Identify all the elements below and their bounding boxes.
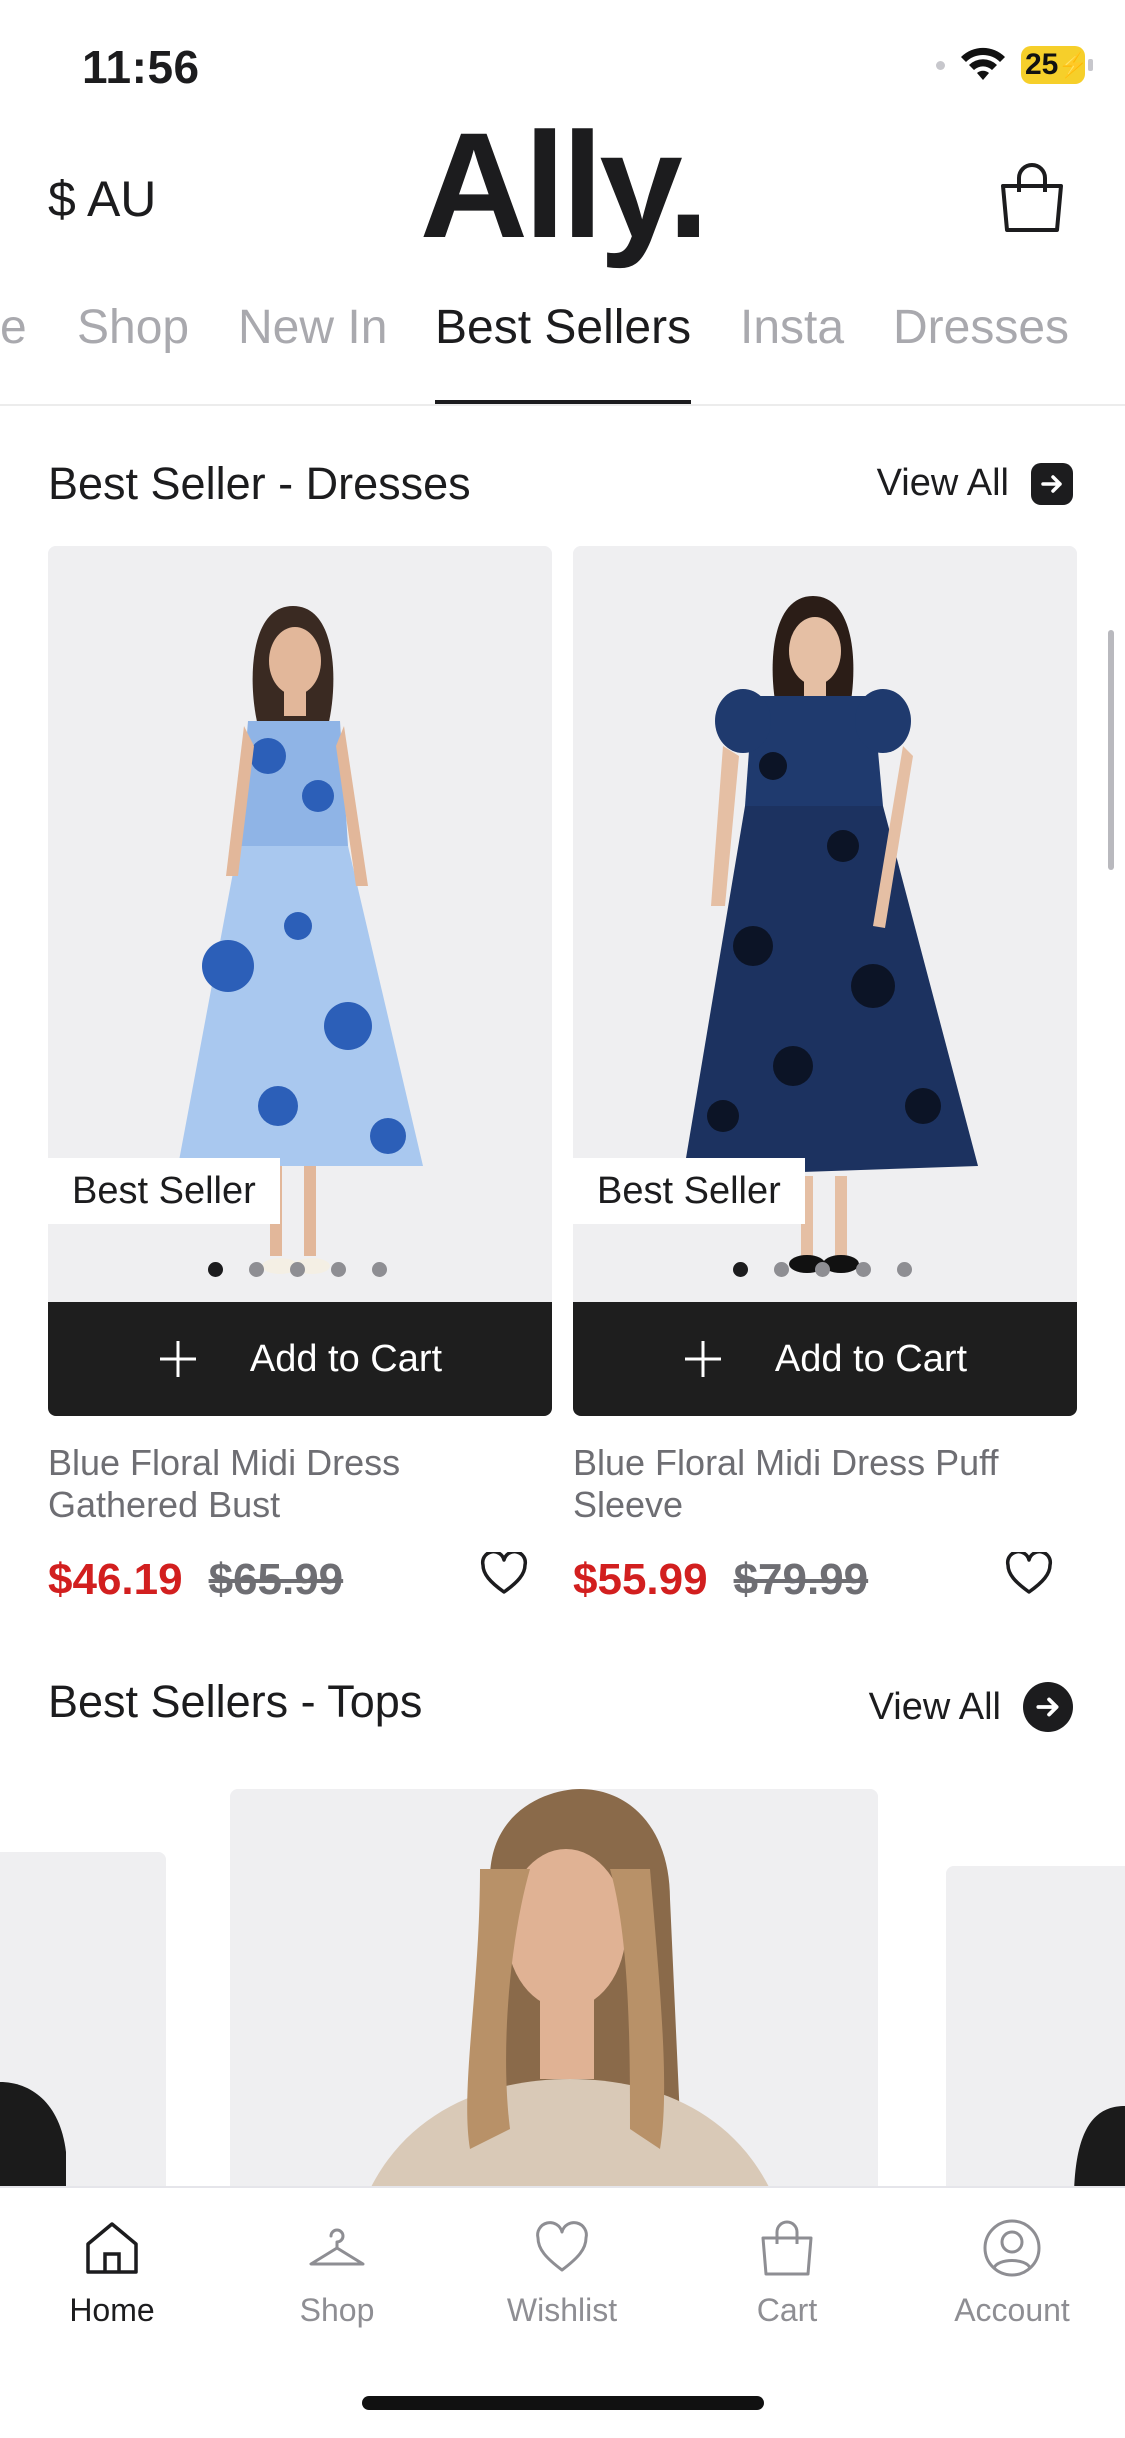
battery-icon: 25 ⚡ xyxy=(1021,46,1093,84)
product-name-line1: Blue Floral Midi Dress xyxy=(48,1442,401,1483)
product-name-line1: Blue Floral Midi Dress Puff xyxy=(573,1442,999,1483)
tab-wishlist[interactable]: Wishlist xyxy=(462,2218,662,2329)
heart-icon xyxy=(536,2221,588,2272)
scrollbar[interactable] xyxy=(1108,630,1114,870)
divider xyxy=(0,404,1125,406)
product-name[interactable]: Blue Floral Midi Dress Gathered Bust xyxy=(48,1442,548,1526)
image-pager[interactable] xyxy=(208,1262,387,1277)
add-to-cart-label: Add to Cart xyxy=(249,1337,443,1380)
pager-dot[interactable] xyxy=(249,1262,264,1277)
arrow-right-icon xyxy=(1031,462,1073,505)
heart-icon[interactable] xyxy=(480,1550,528,1601)
product-image[interactable] xyxy=(230,1789,878,2189)
price-row: $46.19 $65.99 xyxy=(48,1555,343,1605)
home-indicator[interactable] xyxy=(362,2396,764,2410)
original-price: $79.99 xyxy=(733,1555,869,1604)
tab-cart-label: Cart xyxy=(756,2292,818,2328)
add-to-cart-button[interactable]: Add to Cart xyxy=(48,1302,552,1416)
pager-dot[interactable] xyxy=(372,1262,387,1277)
product-image[interactable] xyxy=(0,1852,166,2192)
section-title-dresses: Best Seller - Dresses xyxy=(48,458,471,509)
original-price: $65.99 xyxy=(208,1555,344,1604)
privacy-dot-icon xyxy=(936,60,945,70)
view-all-dresses-button[interactable]: View All xyxy=(877,462,1073,505)
add-to-cart-button[interactable]: Add to Cart xyxy=(573,1302,1077,1416)
tab-home-label: Home xyxy=(69,2292,155,2328)
status-time: 11:56 xyxy=(82,41,200,93)
pager-dot[interactable] xyxy=(815,1262,830,1277)
tab-account[interactable]: Account xyxy=(912,2218,1112,2329)
heart-icon[interactable] xyxy=(1005,1550,1053,1601)
best-seller-badge: Best Seller xyxy=(573,1158,805,1224)
pager-dot[interactable] xyxy=(290,1262,305,1277)
arrow-right-icon xyxy=(1023,1682,1073,1732)
bag-icon xyxy=(761,2220,813,2276)
best-seller-badge: Best Seller xyxy=(48,1158,280,1224)
tab-cart[interactable]: Cart xyxy=(687,2218,887,2329)
wifi-icon xyxy=(961,47,1005,80)
category-tabs: e Shop New In Best Sellers Insta Dresses xyxy=(0,300,1125,405)
tab-partial[interactable]: e xyxy=(0,300,27,355)
tab-shop-label: Shop xyxy=(299,2292,375,2328)
hanger-icon xyxy=(309,2228,365,2266)
tab-best-sellers[interactable]: Best Sellers xyxy=(435,300,691,355)
tab-insta[interactable]: Insta xyxy=(740,300,844,355)
add-to-cart-label: Add to Cart xyxy=(774,1337,968,1380)
plus-icon xyxy=(159,1341,196,1377)
product-name[interactable]: Blue Floral Midi Dress Puff Sleeve xyxy=(573,1442,1073,1526)
product-image[interactable] xyxy=(946,1866,1125,2192)
tab-wishlist-label: Wishlist xyxy=(506,2292,618,2328)
plus-icon xyxy=(684,1341,721,1377)
sale-price: $46.19 xyxy=(48,1555,183,1604)
pager-dot[interactable] xyxy=(856,1262,871,1277)
view-all-label: View All xyxy=(868,1685,1001,1728)
price-row: $55.99 $79.99 xyxy=(573,1555,868,1605)
pager-dot[interactable] xyxy=(897,1262,912,1277)
brand-logo[interactable]: Ally. xyxy=(0,110,1125,260)
top-photo xyxy=(230,1789,878,2189)
shopping-bag-icon[interactable] xyxy=(997,162,1067,234)
product-name-line2: Sleeve xyxy=(573,1484,684,1525)
image-pager[interactable] xyxy=(733,1262,912,1277)
tab-shop[interactable]: Shop xyxy=(77,300,189,355)
pager-dot[interactable] xyxy=(208,1262,223,1277)
section-title-tops: Best Sellers - Tops xyxy=(48,1676,423,1727)
home-icon xyxy=(86,2222,138,2274)
tab-shop-nav[interactable]: Shop xyxy=(237,2218,437,2329)
top-photo xyxy=(0,1852,166,2192)
view-all-tops-button[interactable]: View All xyxy=(869,1682,1073,1732)
view-all-label: View All xyxy=(876,462,1009,504)
tab-dresses[interactable]: Dresses xyxy=(893,300,1069,355)
sale-price: $55.99 xyxy=(573,1555,708,1604)
person-icon xyxy=(983,2219,1041,2277)
tab-account-label: Account xyxy=(954,2292,1070,2328)
tab-home[interactable]: Home xyxy=(12,2218,212,2329)
status-icons: 25 ⚡ xyxy=(936,46,1093,84)
tab-new-in[interactable]: New In xyxy=(238,300,387,355)
top-photo xyxy=(946,1866,1125,2192)
pager-dot[interactable] xyxy=(733,1262,748,1277)
pager-dot[interactable] xyxy=(331,1262,346,1277)
pager-dot[interactable] xyxy=(774,1262,789,1277)
product-name-line2: Gathered Bust xyxy=(48,1484,281,1525)
battery-level: 25 xyxy=(1025,48,1059,81)
